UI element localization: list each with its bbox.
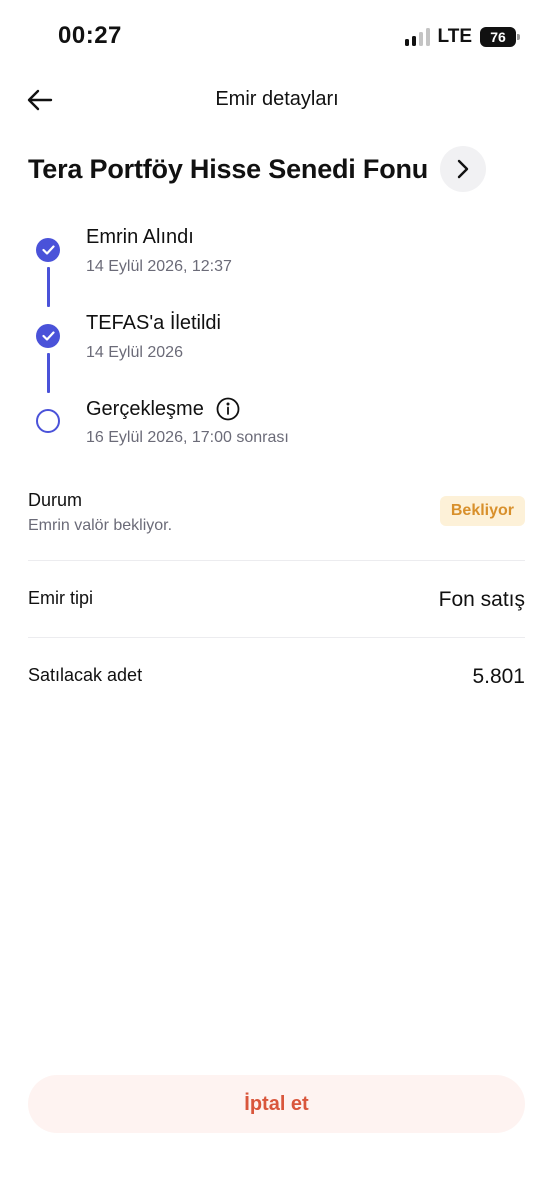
step-title: Gerçekleşme [86,397,240,421]
chevron-right-icon [457,159,469,179]
status-indicators: LTE 76 [404,26,520,48]
status-bar: 00:27 LTE 76 [0,0,554,74]
order-type-row: Emir tipi Fon satış [28,588,525,618]
divider [28,560,525,561]
status-time: 00:27 [58,22,122,49]
check-circle-icon [36,324,60,348]
page-title: Emir detayları [215,88,339,110]
step-date: 14 Eylül 2026, 12:37 [86,258,232,275]
step-title: TEFAS'a İletildi [86,312,221,334]
order-type-value: Fon satış [438,588,525,611]
quantity-value: 5.801 [472,665,525,688]
status-row: Durum Emrin valör bekliyor. Bekliyor [28,490,525,540]
quantity-label: Satılacak adet [28,665,143,685]
quantity-row: Satılacak adet 5.801 [28,665,525,695]
battery-level: 76 [490,29,506,45]
step-date: 16 Eylül 2026, 17:00 sonrası [86,429,289,446]
divider [28,637,525,638]
network-type: LTE [437,26,472,47]
cancel-order-button[interactable]: İptal et [28,1075,525,1133]
timeline-step-sent: TEFAS'a İletildi 14 Eylül 2026 [36,308,516,368]
fund-header: Tera Portföy Hisse Senedi Fonu [28,144,526,194]
check-circle-icon [36,238,60,262]
timeline-step-execution: Gerçekleşme 16 Eylül 2026, 17:00 sonrası [36,393,516,453]
cellular-signal-icon [404,28,430,46]
info-icon[interactable] [216,397,240,421]
status-badge: Bekliyor [439,496,525,526]
battery-icon: 76 [480,27,520,47]
step-date: 14 Eylül 2026 [86,344,183,361]
empty-circle-icon [36,409,60,433]
fund-detail-button[interactable] [440,146,487,192]
order-details-screen: 00:27 LTE 76 Emir detayları Tera Portföy… [0,0,554,1199]
step-title: Emrin Alındı [86,226,194,248]
timeline-step-received: Emrin Alındı 14 Eylül 2026, 12:37 [36,222,516,282]
top-bar: Emir detayları [0,74,554,124]
fund-name: Tera Portföy Hisse Senedi Fonu [28,153,429,184]
